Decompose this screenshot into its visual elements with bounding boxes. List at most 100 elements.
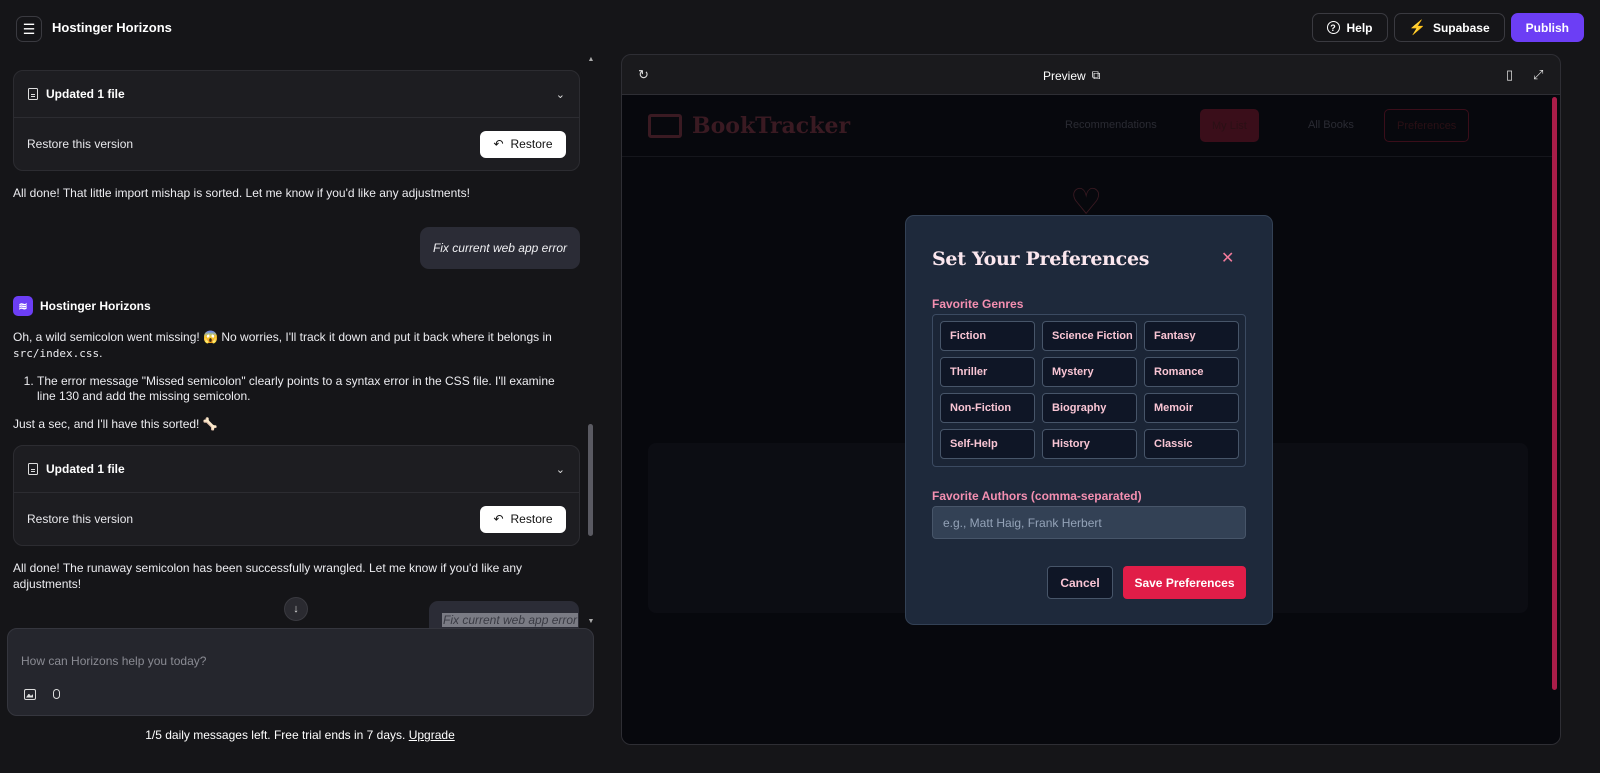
file-path-code: src/index.css bbox=[13, 347, 100, 360]
assistant-message: Just a sec, and I'll have this sorted! 🦴 bbox=[13, 417, 218, 431]
save-preferences-button[interactable]: Save Preferences bbox=[1123, 566, 1246, 599]
undo-icon: ↶ bbox=[493, 512, 504, 526]
app-title: Hostinger Horizons bbox=[52, 20, 172, 35]
restore-label: Restore bbox=[510, 137, 553, 151]
supabase-label: Supabase bbox=[1432, 20, 1490, 35]
horizons-logo-icon: ≋ bbox=[13, 296, 33, 316]
booktracker-logo: BookTracker bbox=[648, 113, 850, 139]
preview-label: Preview bbox=[1043, 68, 1086, 83]
close-icon[interactable]: ✕ bbox=[1221, 248, 1234, 268]
file-card-body: Restore this version ↶ Restore bbox=[14, 493, 579, 545]
file-card-title: Updated 1 file bbox=[46, 87, 125, 101]
help-label: Help bbox=[1346, 20, 1373, 35]
preview-scrollbar[interactable] bbox=[1552, 97, 1557, 690]
file-icon bbox=[28, 463, 38, 475]
microphone-icon bbox=[52, 689, 60, 699]
composer-placeholder[interactable]: How can Horizons help you today? bbox=[21, 654, 206, 668]
genre-option[interactable]: Self-Help bbox=[940, 429, 1035, 459]
genres-label: Favorite Genres bbox=[932, 297, 1024, 311]
menu-button[interactable]: ☰ bbox=[16, 16, 42, 42]
scroll-down-button[interactable]: ↓ bbox=[284, 597, 308, 621]
scroll-down-arrow-icon[interactable]: ▼ bbox=[587, 618, 595, 625]
book-icon bbox=[648, 114, 682, 138]
file-icon bbox=[28, 88, 38, 100]
genres-grid: Fiction Science Fiction Fantasy Thriller… bbox=[932, 314, 1246, 467]
file-card-header[interactable]: Updated 1 file ⌄ bbox=[14, 71, 579, 118]
preview-title: Preview ⧉ bbox=[1043, 68, 1100, 83]
refresh-icon[interactable]: ↻ bbox=[638, 67, 649, 83]
assistant-message: All done! The runaway semicolon has been… bbox=[13, 561, 523, 591]
publish-button[interactable]: Publish bbox=[1510, 13, 1584, 42]
genre-option[interactable]: Romance bbox=[1144, 357, 1239, 387]
step-item: The error message "Missed semicolon" cle… bbox=[37, 374, 572, 404]
nav-all-books: All Books bbox=[1308, 119, 1354, 131]
image-icon bbox=[24, 688, 36, 700]
user-message: Fix current web app error bbox=[429, 601, 579, 630]
genre-option[interactable]: Mystery bbox=[1042, 357, 1137, 387]
upgrade-link[interactable]: Upgrade bbox=[409, 728, 455, 742]
chevron-down-icon[interactable]: ⌄ bbox=[556, 88, 565, 101]
attach-image-button[interactable] bbox=[23, 687, 37, 701]
supabase-button[interactable]: ⚡ Supabase bbox=[1393, 13, 1505, 42]
top-actions: ? Help ⚡ Supabase Publish bbox=[1311, 13, 1584, 42]
authors-input[interactable]: e.g., Matt Haig, Frank Herbert bbox=[932, 506, 1246, 539]
assistant-steps: The error message "Missed semicolon" cle… bbox=[37, 374, 572, 404]
message-composer[interactable]: How can Horizons help you today? bbox=[7, 628, 594, 716]
nav-preferences: Preferences bbox=[1384, 109, 1470, 142]
usage-note: 1/5 daily messages left. Free trial ends… bbox=[0, 728, 600, 742]
chat-history: Updated 1 file ⌄ Restore this version ↶ … bbox=[13, 56, 580, 630]
genre-option[interactable]: Thriller bbox=[940, 357, 1035, 387]
heart-icon: ♡ bbox=[1070, 181, 1103, 222]
file-card-header[interactable]: Updated 1 file ⌄ bbox=[14, 446, 579, 493]
genre-option[interactable]: History bbox=[1042, 429, 1137, 459]
supabase-bolt-icon: ⚡ bbox=[1408, 19, 1426, 35]
hamburger-icon: ☰ bbox=[22, 20, 36, 37]
file-update-card: Updated 1 file ⌄ Restore this version ↶ … bbox=[13, 445, 580, 546]
nav-recommendations: Recommendations bbox=[1065, 119, 1157, 131]
genre-option[interactable]: Classic bbox=[1144, 429, 1239, 459]
preferences-modal: Set Your Preferences ✕ Favorite Genres F… bbox=[905, 215, 1273, 625]
assistant-message: All done! That little import mishap is s… bbox=[13, 186, 470, 200]
booktracker-nav: BookTracker Recommendations My List All … bbox=[622, 95, 1552, 157]
chat-panel: Updated 1 file ⌄ Restore this version ↶ … bbox=[0, 56, 600, 773]
preview-panel: ↻ Preview ⧉ ▯ ⤢ BookTracker Recommendati… bbox=[621, 54, 1561, 745]
genre-option[interactable]: Non-Fiction bbox=[940, 393, 1035, 423]
authors-label: Favorite Authors (comma-separated) bbox=[932, 489, 1142, 503]
chevron-down-icon[interactable]: ⌄ bbox=[556, 463, 565, 476]
genre-option[interactable]: Fantasy bbox=[1144, 321, 1239, 351]
file-card-body: Restore this version ↶ Restore bbox=[14, 118, 579, 170]
booktracker-logo-text: BookTracker bbox=[692, 113, 851, 139]
modal-title: Set Your Preferences bbox=[932, 248, 1150, 270]
restore-label: Restore bbox=[510, 512, 553, 526]
genre-option[interactable]: Memoir bbox=[1144, 393, 1239, 423]
restore-button[interactable]: ↶ Restore bbox=[480, 505, 566, 533]
scrollbar-thumb[interactable] bbox=[588, 424, 593, 536]
external-link-icon[interactable]: ⧉ bbox=[1092, 68, 1101, 83]
assistant-header: ≋ Hostinger Horizons bbox=[13, 296, 151, 316]
scroll-up-arrow-icon[interactable]: ▲ bbox=[587, 56, 595, 63]
help-button[interactable]: ? Help bbox=[1311, 13, 1388, 42]
restore-text: Restore this version bbox=[27, 512, 134, 526]
assistant-message: Oh, a wild semicolon went missing! 😱 No … bbox=[13, 330, 552, 360]
mobile-view-icon[interactable]: ▯ bbox=[1506, 67, 1513, 83]
genre-option[interactable]: Fiction bbox=[940, 321, 1035, 351]
assistant-intro: Oh, a wild semicolon went missing! 😱 No … bbox=[13, 330, 552, 344]
genre-option[interactable]: Biography bbox=[1042, 393, 1137, 423]
usage-text: 1/5 daily messages left. Free trial ends… bbox=[145, 728, 406, 742]
help-icon: ? bbox=[1326, 21, 1340, 34]
preview-toolbar: ↻ Preview ⧉ ▯ ⤢ bbox=[622, 55, 1560, 95]
restore-button[interactable]: ↶ Restore bbox=[480, 130, 566, 158]
preview-viewport: BookTracker Recommendations My List All … bbox=[622, 95, 1560, 744]
restore-text: Restore this version bbox=[27, 137, 134, 151]
genre-option[interactable]: Science Fiction bbox=[1042, 321, 1137, 351]
cancel-button[interactable]: Cancel bbox=[1047, 566, 1113, 599]
voice-input-button[interactable] bbox=[49, 687, 63, 701]
file-update-card: Updated 1 file ⌄ Restore this version ↶ … bbox=[13, 70, 580, 171]
chat-scrollbar[interactable] bbox=[588, 62, 594, 627]
fullscreen-icon[interactable]: ⤢ bbox=[1533, 67, 1543, 83]
user-message-selected-text: Fix current web app error bbox=[442, 613, 579, 627]
top-bar: ☰ Hostinger Horizons ? Help ⚡ Supabase P… bbox=[0, 0, 1600, 56]
arrow-down-icon: ↓ bbox=[293, 603, 299, 615]
assistant-name: Hostinger Horizons bbox=[40, 299, 151, 313]
user-message: Fix current web app error bbox=[419, 227, 580, 269]
